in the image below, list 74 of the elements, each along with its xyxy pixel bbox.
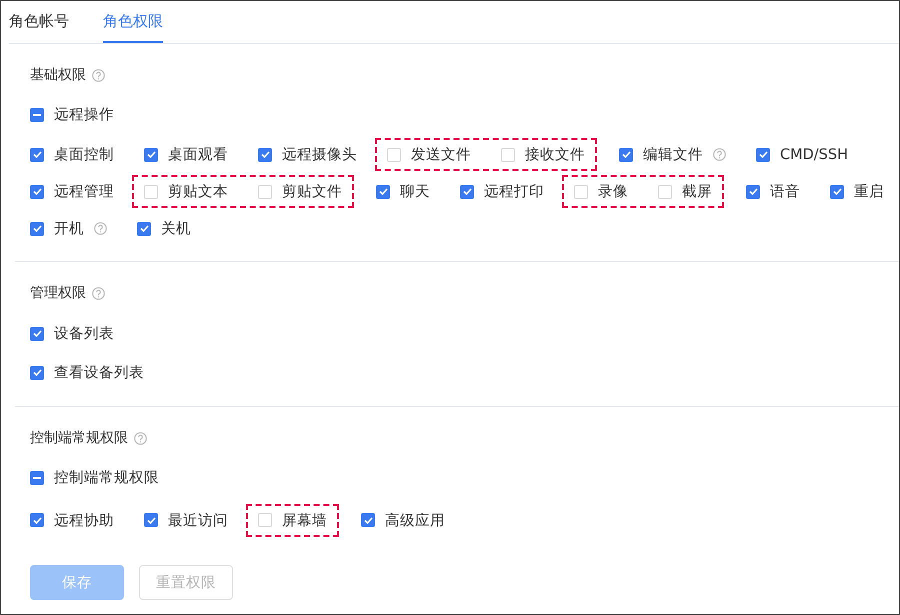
- check-icon: [260, 151, 270, 158]
- checkbox[interactable]: [830, 184, 844, 198]
- check-icon: [32, 151, 42, 158]
- check-icon: [364, 516, 372, 524]
- check-icon: [748, 188, 758, 195]
- checkbox-label: 发送文件: [411, 146, 471, 164]
- checkbox[interactable]: [30, 108, 44, 122]
- check-icon: [622, 151, 630, 158]
- checkbox[interactable]: [144, 513, 158, 527]
- checkbox-label: 桌面观看: [168, 146, 228, 164]
- check-icon: [146, 516, 156, 524]
- check-icon: [32, 516, 42, 524]
- check-icon: [462, 188, 472, 195]
- checkbox[interactable]: [258, 148, 272, 162]
- help-icon[interactable]: [134, 432, 147, 444]
- checkbox[interactable]: [30, 222, 44, 236]
- checkbox-label: 控制端常规权限: [54, 469, 159, 487]
- checkbox[interactable]: [137, 222, 151, 236]
- checkbox-label: 重启: [854, 182, 884, 201]
- check-icon: [140, 225, 148, 232]
- tab[interactable]: 角色权限: [103, 1, 163, 43]
- checkbox-label: 查看设备列表: [54, 364, 144, 382]
- checkbox-label: 设备列表: [54, 325, 114, 343]
- checkbox[interactable]: [30, 366, 44, 380]
- checkbox[interactable]: [460, 184, 474, 198]
- check-icon: [758, 151, 768, 158]
- tab[interactable]: 角色帐号: [9, 1, 69, 43]
- checkbox-label: 截屏: [682, 183, 712, 201]
- checkbox-label: 剪贴文件: [282, 182, 342, 201]
- minus-icon: [33, 114, 41, 116]
- checkbox[interactable]: [30, 326, 44, 340]
- checkbox-label: 关机: [161, 220, 191, 238]
- checkbox-label: 录像: [598, 183, 628, 201]
- help-icon[interactable]: [94, 222, 107, 235]
- check-icon: [32, 188, 42, 195]
- checkbox[interactable]: [619, 148, 633, 162]
- help-icon[interactable]: [713, 148, 726, 161]
- checkbox[interactable]: [746, 184, 760, 198]
- checkbox[interactable]: [756, 148, 770, 162]
- check-icon: [378, 188, 388, 195]
- checkbox-label: 远程协助: [54, 512, 114, 530]
- checkbox-label: 聊天: [400, 183, 430, 201]
- checkbox[interactable]: [30, 470, 44, 484]
- checkbox-label: 语音: [770, 182, 800, 201]
- checkbox-label: 高级应用: [385, 512, 445, 530]
- checkbox[interactable]: [30, 513, 44, 527]
- checkbox-label: 远程摄像头: [282, 146, 357, 164]
- section-title: 控制端常规权限: [30, 429, 128, 447]
- checkbox-label: 桌面控制: [54, 146, 114, 164]
- checkbox[interactable]: [361, 513, 375, 527]
- checkbox-label: 屏幕墙: [282, 512, 327, 530]
- section-title: 基础权限: [30, 66, 86, 84]
- checkbox-label: 最近访问: [168, 512, 228, 530]
- minus-icon: [33, 476, 41, 478]
- checkbox-label: 接收文件: [525, 146, 585, 164]
- checkbox-label: 开机: [54, 220, 84, 238]
- checkbox-label: 远程管理: [54, 183, 114, 201]
- check-icon: [832, 188, 842, 195]
- check-icon: [32, 225, 42, 232]
- checkbox-label: 远程操作: [54, 106, 114, 124]
- help-icon[interactable]: [92, 286, 105, 300]
- check-icon: [146, 151, 156, 158]
- checkbox-label: 远程打印: [484, 183, 544, 201]
- checkbox-label: CMD/SSH: [780, 146, 848, 162]
- checkbox-label: 编辑文件: [643, 146, 703, 164]
- checkbox[interactable]: [144, 148, 158, 162]
- check-icon: [32, 330, 42, 337]
- help-icon[interactable]: [92, 68, 105, 82]
- check-icon: [32, 369, 42, 376]
- section-title: 管理权限: [30, 284, 86, 302]
- checkbox[interactable]: [30, 184, 44, 198]
- checkbox-label: 剪贴文本: [168, 182, 228, 201]
- checkbox[interactable]: [30, 148, 44, 162]
- checkbox[interactable]: [376, 184, 390, 198]
